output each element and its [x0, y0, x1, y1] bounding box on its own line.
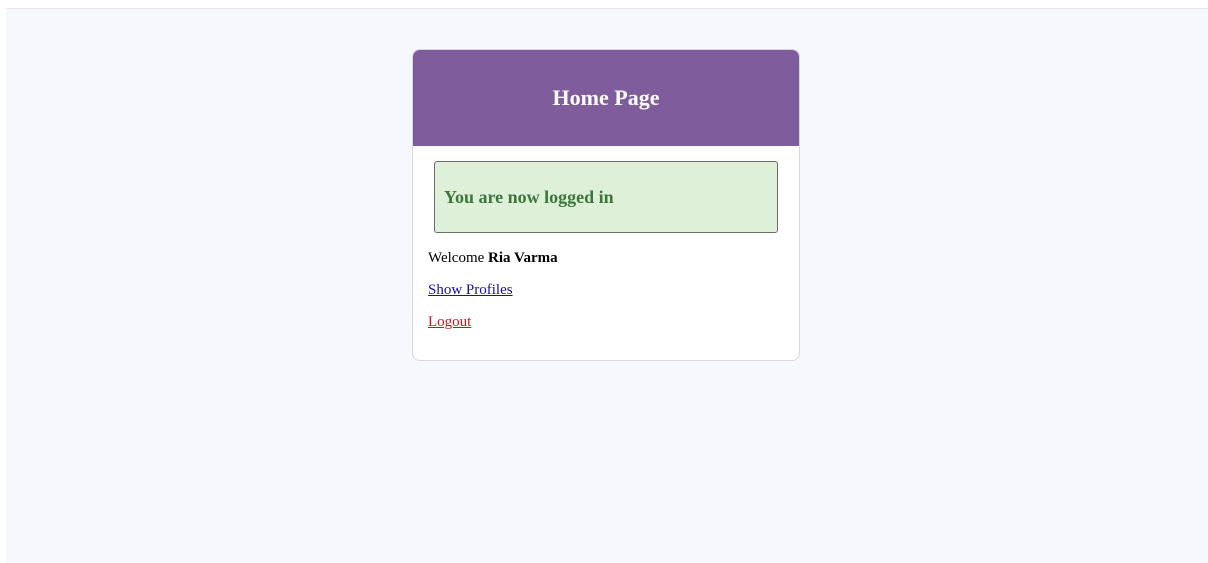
logout-row: Logout: [428, 313, 784, 331]
logout-link[interactable]: Logout: [428, 314, 471, 330]
show-profiles-row: Show Profiles: [428, 281, 784, 299]
welcome-prefix: Welcome: [428, 250, 489, 266]
page-title: Home Page: [552, 85, 660, 110]
card-body: You are now logged in Welcome Ria Varma …: [413, 146, 799, 331]
card-header: Home Page: [413, 50, 799, 146]
alert-message: You are now logged in: [444, 186, 614, 207]
show-profiles-link[interactable]: Show Profiles: [428, 282, 513, 298]
success-alert: You are now logged in: [434, 161, 778, 233]
page-background: Home Page You are now logged in Welcome …: [6, 8, 1208, 563]
username: Ria Varma: [488, 250, 558, 266]
home-card: Home Page You are now logged in Welcome …: [412, 49, 800, 361]
welcome-text: Welcome Ria Varma: [428, 249, 784, 267]
